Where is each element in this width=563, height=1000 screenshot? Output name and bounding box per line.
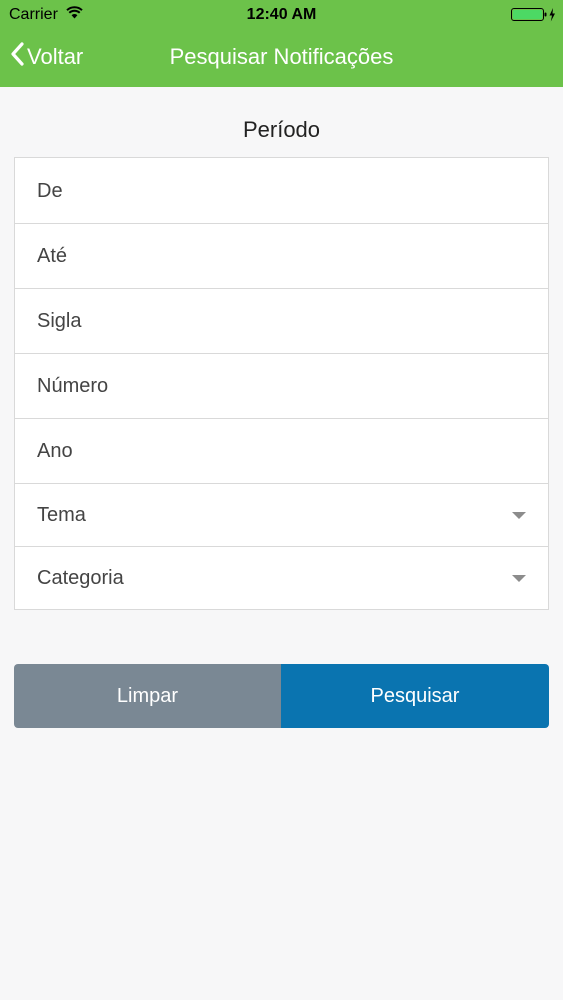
field-label-tema: Tema	[37, 504, 86, 526]
field-ate[interactable]: Até	[15, 224, 548, 289]
select-tema[interactable]: Tema	[15, 484, 548, 547]
section-title-periodo: Período	[242, 117, 321, 142]
field-label-ate: Até	[37, 245, 68, 267]
field-label-numero: Número	[37, 375, 109, 397]
field-numero[interactable]: Número	[15, 354, 548, 419]
field-ano[interactable]: Ano	[15, 419, 548, 484]
status-bar: Carrier 12:40 AM	[0, 0, 563, 28]
page-title: Pesquisar Notificações	[169, 44, 394, 69]
select-categoria[interactable]: Categoria	[15, 547, 548, 609]
caret-down-icon	[512, 575, 526, 582]
field-label-categoria: Categoria	[37, 567, 124, 589]
search-form: De Até Sigla Número Ano Tema Categoria	[14, 157, 549, 610]
battery-charging-icon	[511, 7, 557, 28]
field-label-sigla: Sigla	[37, 310, 82, 332]
search-button[interactable]: Pesquisar	[281, 664, 549, 728]
field-de[interactable]: De	[15, 158, 548, 224]
caret-down-icon	[512, 512, 526, 519]
clear-button[interactable]: Limpar	[14, 664, 281, 728]
field-sigla[interactable]: Sigla	[15, 289, 548, 354]
field-label-de: De	[37, 180, 63, 202]
nav-bar: Voltar Pesquisar Notificações	[0, 28, 563, 87]
app-header: Carrier 12:40 AM Voltar Pesquisar Notifi…	[0, 0, 563, 87]
field-label-ano: Ano	[37, 440, 73, 462]
status-time: 12:40 AM	[246, 6, 317, 23]
